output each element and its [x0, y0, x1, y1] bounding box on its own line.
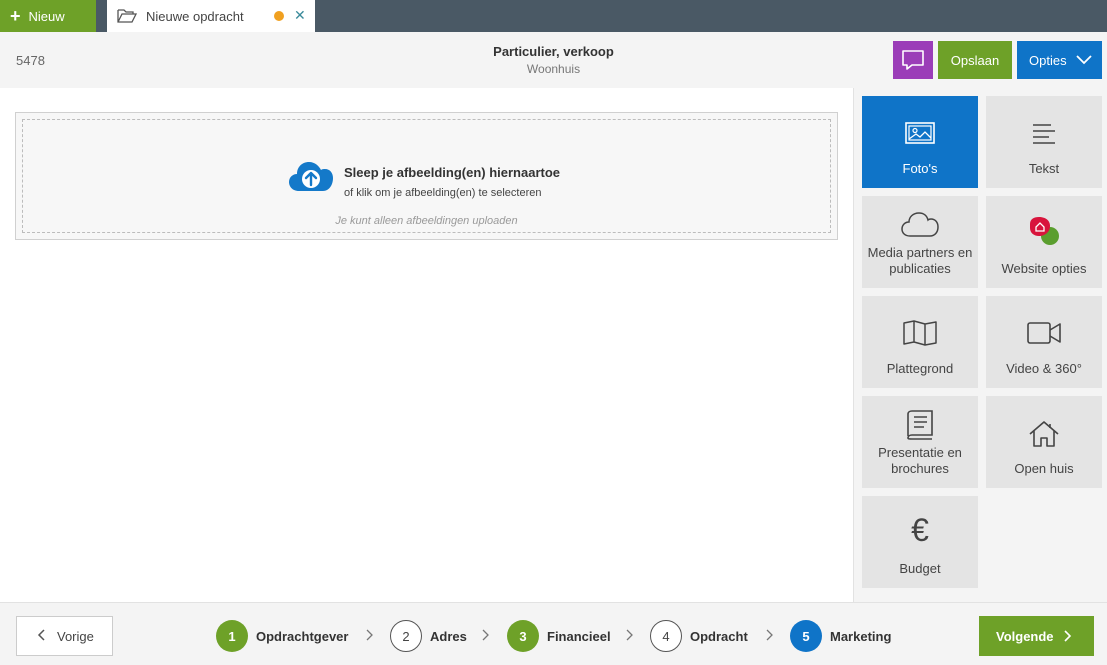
tile-label: Video & 360°	[1006, 361, 1082, 376]
cloud-upload-icon	[289, 162, 333, 191]
tile-text[interactable]: Tekst	[986, 96, 1102, 188]
website-logo-icon	[1030, 217, 1059, 245]
step-label: Marketing	[830, 628, 892, 644]
step-label: Financieel	[547, 628, 611, 644]
tile-presentation[interactable]: Presentatie en brochures	[862, 396, 978, 488]
book-icon	[907, 410, 933, 440]
chevron-right-icon	[366, 629, 373, 641]
next-button[interactable]: Volgende	[979, 616, 1094, 656]
document-tab[interactable]: Nieuwe opdracht ✕	[107, 0, 315, 32]
step-number: 2	[390, 620, 422, 652]
previous-button[interactable]: Vorige	[16, 616, 113, 656]
step-5[interactable]: 5 Marketing	[790, 620, 891, 652]
tile-floorplan[interactable]: Plattegrond	[862, 296, 978, 388]
unsaved-indicator	[274, 11, 284, 21]
dropzone-border: Sleep je afbeelding(en) hiernaartoe of k…	[22, 119, 831, 233]
tile-label: Plattegrond	[886, 361, 954, 376]
tile-budget[interactable]: € Budget	[862, 496, 978, 588]
text-lines-icon	[1033, 124, 1055, 144]
page-header: 5478 Particulier, verkoop Woonhuis Opsla…	[0, 32, 1107, 88]
chevron-right-icon	[766, 629, 773, 641]
tile-label: Budget	[899, 561, 941, 576]
chevron-right-icon	[626, 629, 633, 641]
marketing-sidebar: Foto's Tekst Media partners en publicati…	[853, 88, 1107, 602]
step-label: Opdrachtgever	[256, 628, 349, 644]
step-number: 5	[790, 620, 822, 652]
previous-button-label: Vorige	[57, 628, 94, 644]
options-button-label: Opties	[1029, 52, 1067, 68]
folder-open-icon	[117, 9, 137, 23]
dropzone-title: Sleep je afbeelding(en) hiernaartoe	[344, 165, 560, 180]
new-button-label: Nieuw	[28, 8, 65, 24]
step-number: 4	[650, 620, 682, 652]
tile-label: Website opties	[1001, 261, 1087, 276]
tile-label: Tekst	[1028, 161, 1060, 176]
save-button[interactable]: Opslaan	[938, 41, 1012, 79]
tile-label: Media partners en publicaties	[867, 245, 973, 276]
dropzone-subtitle: of klik om je afbeelding(en) te selecter…	[344, 187, 542, 199]
tile-photos[interactable]: Foto's	[862, 96, 978, 188]
chat-button[interactable]	[893, 41, 933, 79]
main-content: Sleep je afbeelding(en) hiernaartoe of k…	[0, 88, 853, 602]
next-button-label: Volgende	[996, 628, 1054, 644]
tile-media-partners[interactable]: Media partners en publicaties	[862, 196, 978, 288]
tile-video[interactable]: Video & 360°	[986, 296, 1102, 388]
speech-bubble-icon	[902, 50, 924, 70]
chevron-left-icon	[37, 628, 45, 644]
tile-label: Presentatie en brochures	[878, 445, 962, 476]
euro-icon: €	[911, 512, 929, 548]
dropzone-hint: Je kunt alleen afbeeldingen uploaden	[335, 215, 518, 227]
step-4[interactable]: 4 Opdracht	[650, 620, 748, 652]
plus-icon: +	[10, 6, 21, 26]
top-tab-bar: + Nieuw Nieuwe opdracht ✕	[0, 0, 1107, 32]
step-number: 1	[216, 620, 248, 652]
step-label: Opdracht	[690, 628, 748, 644]
options-button[interactable]: Opties	[1017, 41, 1102, 79]
house-icon	[1029, 421, 1059, 447]
tile-website-options[interactable]: Website opties	[986, 196, 1102, 288]
close-tab-icon[interactable]: ✕	[294, 7, 306, 24]
tile-label: Foto's	[902, 161, 938, 176]
document-tab-title: Nieuwe opdracht	[146, 8, 244, 24]
image-icon	[905, 122, 935, 144]
step-1[interactable]: 1 Opdrachtgever	[216, 620, 348, 652]
photo-dropzone[interactable]: Sleep je afbeelding(en) hiernaartoe of k…	[15, 112, 838, 240]
map-icon	[903, 320, 937, 346]
cloud-icon	[901, 212, 939, 237]
step-label: Adres	[430, 628, 467, 644]
video-camera-icon	[1027, 322, 1061, 344]
chevron-right-icon	[1063, 630, 1071, 642]
step-3[interactable]: 3 Financieel	[507, 620, 611, 652]
tile-open-house[interactable]: Open huis	[986, 396, 1102, 488]
chevron-right-icon	[482, 629, 489, 641]
wizard-footer: Vorige 1 Opdrachtgever 2 Adres 3 Financi…	[0, 602, 1107, 665]
tile-label: Open huis	[1014, 461, 1074, 476]
chevron-down-icon	[1075, 55, 1092, 65]
step-number: 3	[507, 620, 539, 652]
new-button[interactable]: + Nieuw	[0, 0, 96, 32]
step-2[interactable]: 2 Adres	[390, 620, 467, 652]
